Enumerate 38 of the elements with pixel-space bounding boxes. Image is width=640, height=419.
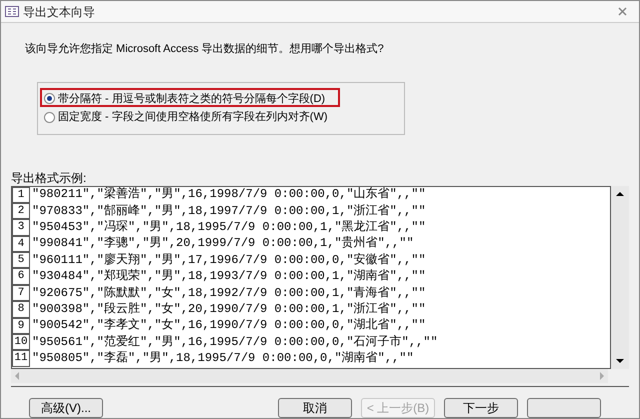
line-number: 6 bbox=[12, 268, 30, 285]
preview-line: "990841","李骢","男",20,1999/7/9 0:00:00,1,"贵州省",,"" bbox=[31, 236, 414, 252]
line-number: 8 bbox=[12, 301, 30, 318]
line-number: 1 bbox=[12, 186, 30, 203]
radio-button[interactable] bbox=[44, 93, 55, 104]
radio-label[interactable]: 带分隔符 - 用逗号或制表符之类的符号分隔每个字段(D) bbox=[58, 90, 326, 107]
preview-line: "950561","范爱红","男",16,1995/7/9 0:00:00,0,"石河子市",,"" bbox=[31, 334, 438, 350]
radio-button[interactable] bbox=[44, 112, 55, 123]
preview-line: "950805","李磊","男",18,1995/7/9 0:00:00,0,"湖南省",,"" bbox=[31, 351, 414, 366]
preview-label: 导出格式示例: bbox=[11, 170, 88, 184]
preview-line: "920675","陈默默","女",18,1992/7/9 0:00:00,1,"青海省",,"" bbox=[31, 286, 426, 301]
line-number: 3 bbox=[12, 219, 30, 236]
window-icon bbox=[5, 6, 19, 17]
preview-line: "900542","李孝文","女",16,1990/7/9 0:00:00,0,"湖北省",,"" bbox=[31, 318, 426, 334]
preview-line: "980211","梁善浩","男",16,1998/7/9 0:00:00,0,"山东省",,"" bbox=[31, 187, 426, 202]
dialog-button[interactable]: 下一步 bbox=[444, 398, 518, 418]
preview-line: "900398","段云胜","女",20,1990/7/9 0:00:00,1,"浙江省",,"" bbox=[31, 302, 426, 317]
line-number: 2 bbox=[12, 202, 30, 220]
dialog-button[interactable]: 高级(V)... bbox=[29, 398, 103, 418]
radio-label[interactable]: 固定宽度 - 字段之间使用空格使所有字段在列内对齐(W) bbox=[58, 109, 328, 126]
blank-button[interactable] bbox=[527, 398, 601, 418]
line-number: 11 bbox=[12, 350, 30, 367]
preview-line: "970833","郜丽峰","男",18,1997/7/9 0:00:00,1,"浙江省",,"" bbox=[31, 204, 426, 219]
line-number: 5 bbox=[12, 252, 30, 268]
preview-line: "950453","冯琛","男",18,1995/7/9 0:00:00,1,"黑龙江省",,"" bbox=[31, 220, 426, 235]
preview-line: "960111","廖天翔","男",17,1996/7/9 0:00:00,0,"安徽省",,"" bbox=[31, 252, 426, 268]
close-icon[interactable] bbox=[618, 7, 627, 16]
line-number: 10 bbox=[12, 334, 30, 350]
scroll-up-icon[interactable] bbox=[616, 192, 624, 196]
intro-text: 该向导允许您指定 Microsoft Access 导出数据的细节。想用哪个导出格式? bbox=[25, 42, 385, 57]
line-number: 4 bbox=[12, 236, 30, 252]
vertical-scrollbar[interactable] bbox=[611, 186, 629, 368]
window-title: 导出文本向导 bbox=[23, 4, 95, 20]
preview-line: "930484","郑现荣","男",18,1993/7/9 0:00:00,1,"湖南省",,"" bbox=[31, 269, 426, 284]
dialog-button[interactable]: 取消 bbox=[278, 398, 352, 418]
line-number: 9 bbox=[12, 318, 30, 334]
scroll-down-icon[interactable] bbox=[616, 358, 624, 362]
line-number: 7 bbox=[12, 284, 30, 302]
